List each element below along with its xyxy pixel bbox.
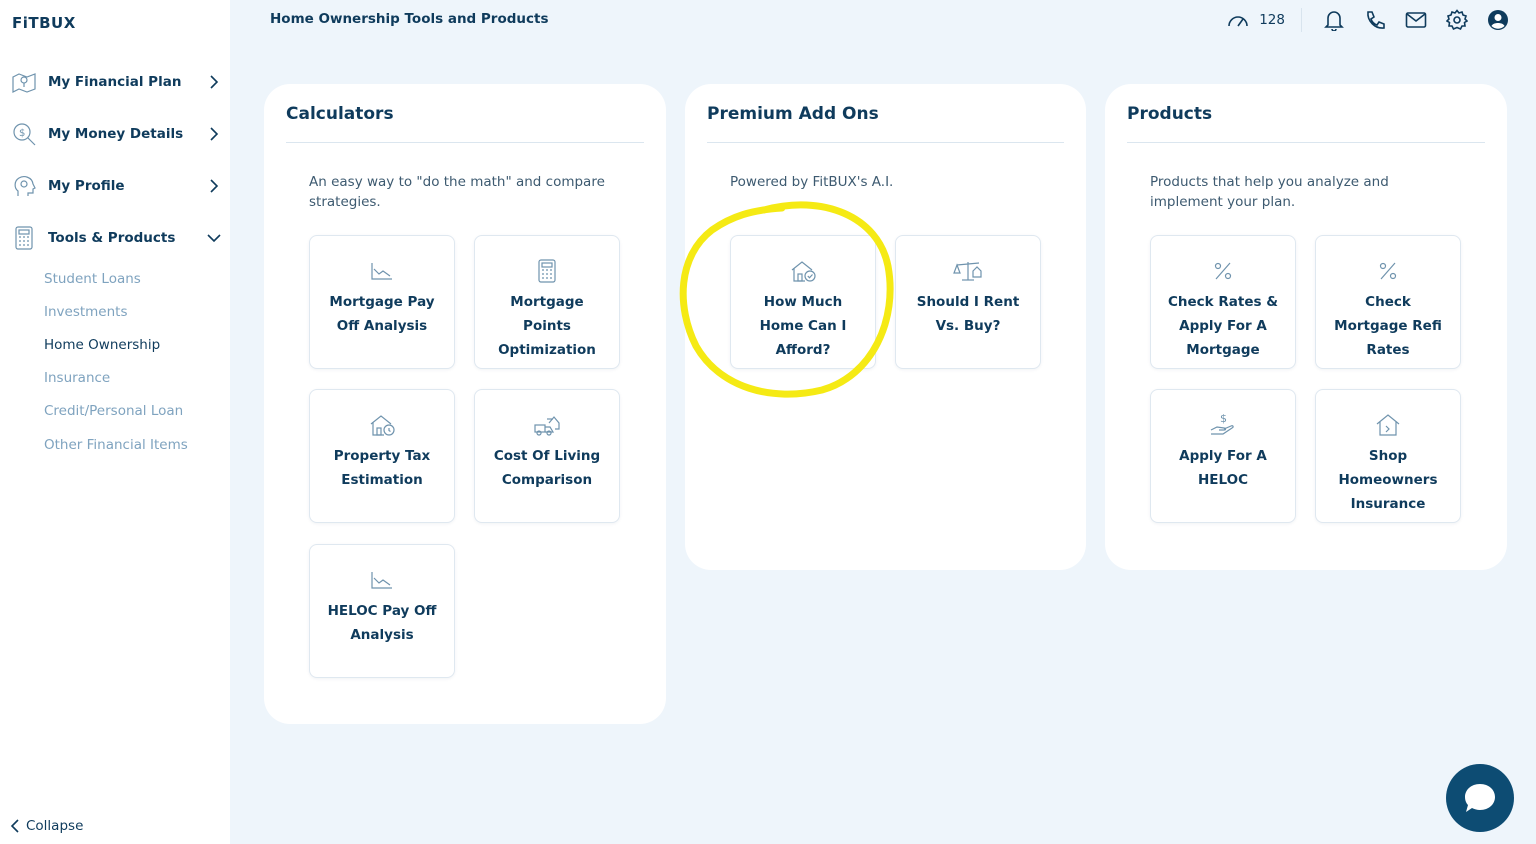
- card-cost-of-living-comparison[interactable]: Cost Of Living Comparison: [474, 389, 620, 523]
- divider: [707, 142, 1064, 143]
- premium-title: Premium Add Ons: [707, 104, 879, 124]
- chevron-right-icon: [206, 74, 222, 90]
- calculators-title: Calculators: [286, 104, 394, 124]
- card-check-rates-apply-mortgage[interactable]: Check Rates & Apply For A Mortgage: [1150, 235, 1296, 369]
- fitbux-logo[interactable]: FiTBUX: [12, 14, 76, 32]
- balance-scale-icon: [896, 258, 1040, 284]
- sidebar-subitem-credit-personal-loan[interactable]: Credit/Personal Loan: [44, 403, 183, 419]
- highlight-annotation-circle: [679, 201, 894, 398]
- hand-dollar-icon: $: [1151, 412, 1295, 438]
- user-account-icon[interactable]: [1486, 8, 1510, 32]
- card-property-tax-estimation[interactable]: Property Tax Estimation: [309, 389, 455, 523]
- chevron-right-icon: [206, 178, 222, 194]
- chat-button[interactable]: [1446, 764, 1514, 832]
- chevron-left-icon: [10, 819, 19, 833]
- speedometer-icon: [1228, 16, 1249, 27]
- phone-icon[interactable]: [1363, 8, 1387, 32]
- bell-icon[interactable]: [1322, 8, 1346, 32]
- divider: [1127, 142, 1485, 143]
- line-chart-icon: [310, 567, 454, 593]
- sidebar-item-my-money-details[interactable]: $ My Money Details: [10, 116, 222, 152]
- page-title: Home Ownership Tools and Products: [270, 11, 549, 27]
- money-search-icon: $: [10, 120, 38, 148]
- card-mortgage-payoff-analysis[interactable]: Mortgage Pay Off Analysis: [309, 235, 455, 369]
- house-clock-icon: [310, 412, 454, 438]
- moving-truck-icon: [475, 412, 619, 438]
- sidebar-item-tools-products[interactable]: Tools & Products: [10, 220, 222, 256]
- sidebar-subitem-student-loans[interactable]: Student Loans: [44, 271, 141, 287]
- gear-icon[interactable]: [1445, 8, 1469, 32]
- chevron-down-icon: [206, 230, 222, 246]
- percent-icon: [1316, 258, 1460, 284]
- premium-description: Powered by FitBUX's A.I.: [730, 174, 894, 190]
- sidebar-item-my-profile[interactable]: My Profile: [10, 168, 222, 204]
- calculators-description: An easy way to "do the math" and compare…: [309, 174, 605, 210]
- percent-icon: [1151, 258, 1295, 284]
- calculator-icon: [475, 258, 619, 284]
- card-check-mortgage-refi-rates[interactable]: Check Mortgage Refi Rates: [1315, 235, 1461, 369]
- card-should-i-rent-vs-buy[interactable]: Should I Rent Vs. Buy?: [895, 235, 1041, 369]
- products-description: Products that help you analyze and imple…: [1150, 174, 1389, 210]
- svg-text:$: $: [19, 128, 25, 139]
- chat-bubble-icon: [1465, 784, 1495, 812]
- card-heloc-payoff-analysis[interactable]: HELOC Pay Off Analysis: [309, 544, 455, 678]
- collapse-sidebar-button[interactable]: Collapse: [10, 818, 83, 834]
- fitbux-score[interactable]: 128: [1227, 8, 1302, 32]
- chevron-right-icon: [206, 126, 222, 142]
- header-actions: 128: [1227, 8, 1510, 32]
- sidebar-subitem-insurance[interactable]: Insurance: [44, 370, 110, 386]
- sidebar-item-my-financial-plan[interactable]: My Financial Plan: [10, 64, 222, 100]
- sidebar: FiTBUX My Financial Plan $ My Money Deta…: [0, 0, 230, 844]
- card-shop-homeowners-insurance[interactable]: Shop Homeowners Insurance: [1315, 389, 1461, 523]
- divider: [286, 142, 644, 143]
- products-panel: Products Products that help you analyze …: [1105, 84, 1507, 570]
- house-icon: [1316, 412, 1460, 438]
- sidebar-subitem-other-financial-items[interactable]: Other Financial Items: [44, 437, 188, 453]
- calculator-icon: [10, 224, 38, 252]
- card-apply-for-heloc[interactable]: $ Apply For A HELOC: [1150, 389, 1296, 523]
- products-title: Products: [1127, 104, 1213, 124]
- svg-text:$: $: [1220, 412, 1227, 425]
- mail-icon[interactable]: [1404, 8, 1428, 32]
- head-profile-icon: [10, 172, 38, 200]
- sidebar-subitem-investments[interactable]: Investments: [44, 304, 128, 320]
- calculators-panel: Calculators An easy way to "do the math"…: [264, 84, 666, 724]
- map-pin-icon: [10, 68, 38, 96]
- line-chart-icon: [310, 258, 454, 284]
- card-mortgage-points-optimization[interactable]: Mortgage Points Optimization: [474, 235, 620, 369]
- sidebar-subitem-home-ownership[interactable]: Home Ownership: [44, 337, 160, 353]
